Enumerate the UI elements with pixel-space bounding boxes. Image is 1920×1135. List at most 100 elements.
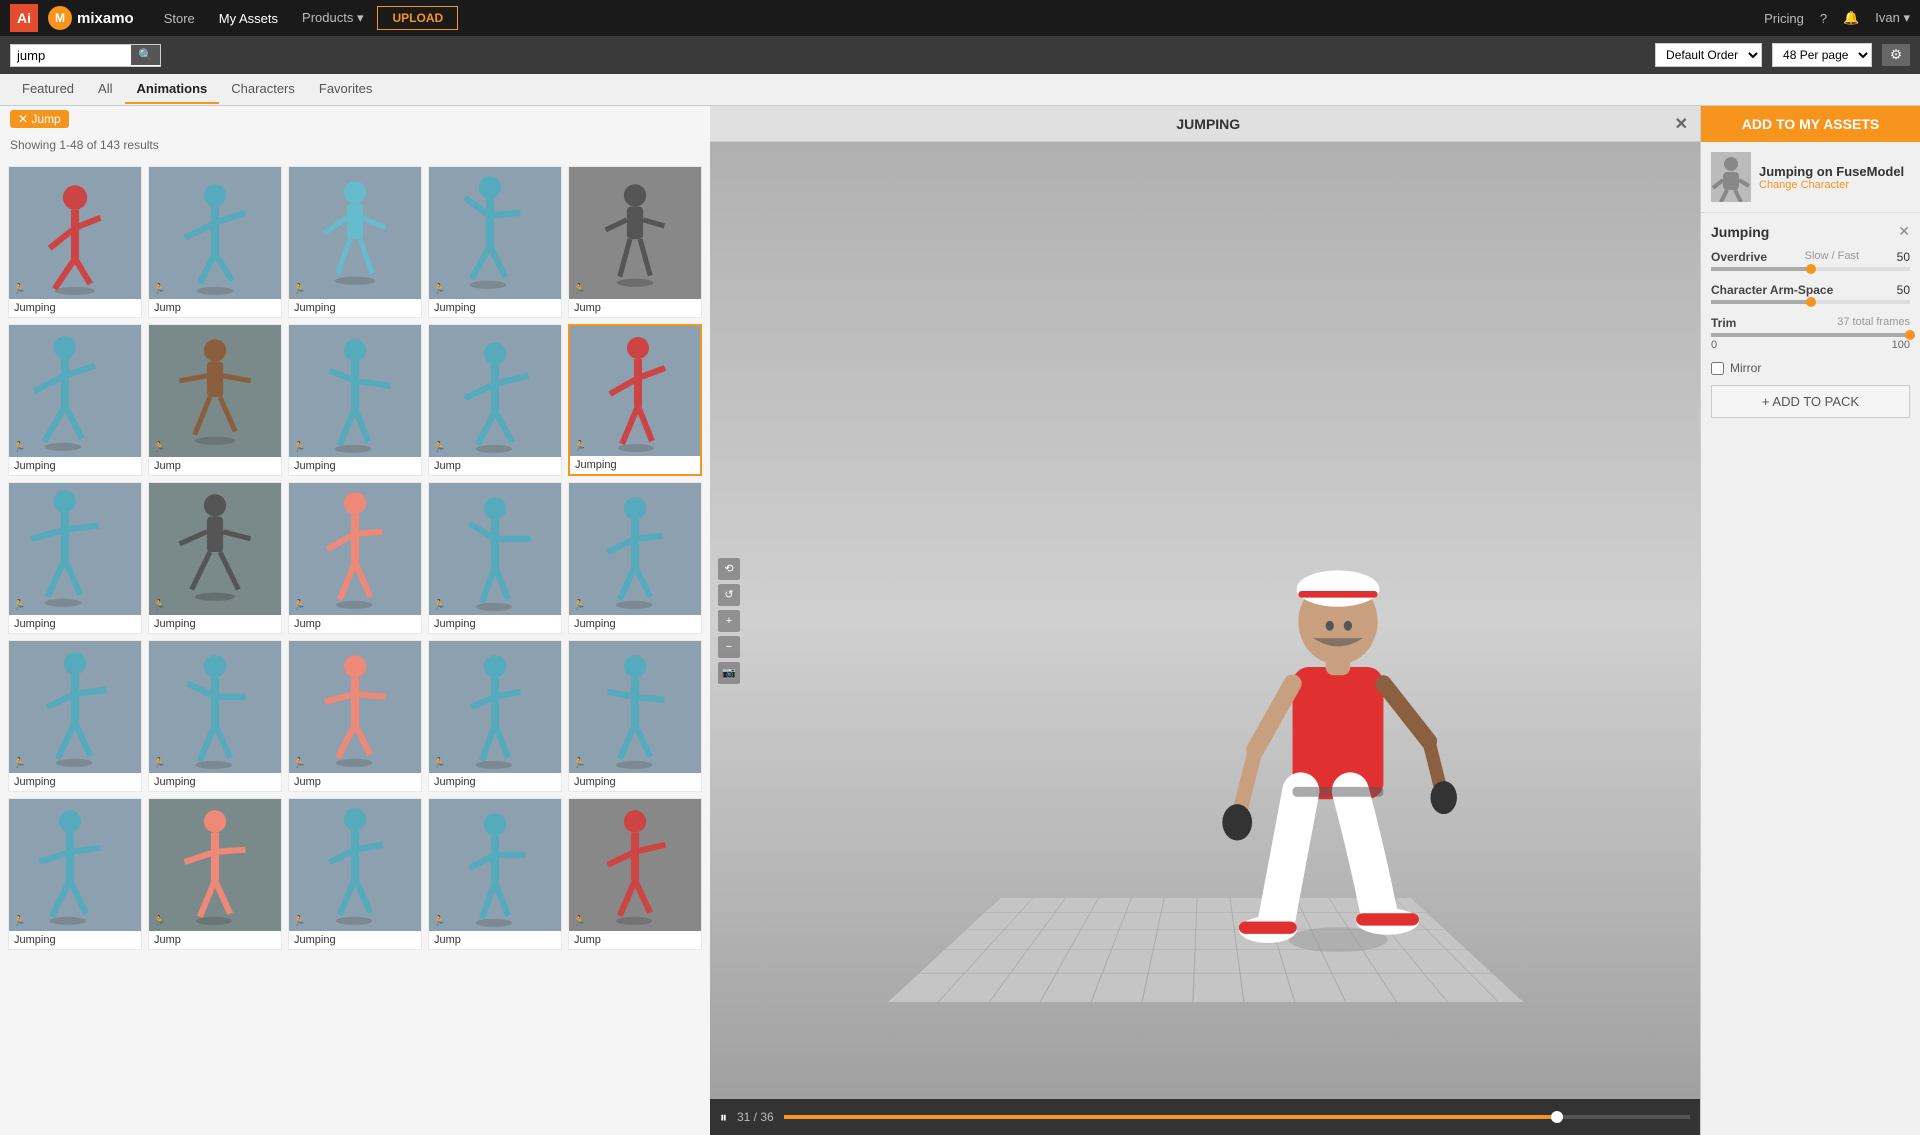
anim-close-button[interactable]: ✕: [1898, 223, 1910, 240]
frame-counter: 31 / 36: [737, 1110, 774, 1124]
search-input[interactable]: [11, 45, 131, 66]
viewer-controls: ⟲ ↺ + − 📷: [718, 558, 740, 684]
zoom-out-button[interactable]: −: [718, 636, 740, 658]
add-to-my-assets-button[interactable]: ADD TO MY ASSETS: [1701, 106, 1920, 142]
nav-products[interactable]: Products ▾: [292, 6, 373, 30]
grid-item-25[interactable]: 🏃 Jump: [568, 798, 702, 950]
grid-item-14[interactable]: 🏃 Jumping: [428, 482, 562, 634]
stick-icon-19: 🏃: [433, 758, 445, 769]
grid-item-17[interactable]: 🏃 Jumping: [148, 640, 282, 792]
tab-animations[interactable]: Animations: [125, 75, 220, 104]
grid-item-9[interactable]: 🏃 Jump: [428, 324, 562, 476]
trim-slider[interactable]: [1711, 333, 1910, 337]
trim-max-value: 100: [1892, 339, 1910, 351]
search-button[interactable]: 🔍: [131, 45, 160, 65]
grid-item-12[interactable]: 🏃 Jumping: [148, 482, 282, 634]
grid-item-18[interactable]: 🏃 Jump: [288, 640, 422, 792]
overdrive-value: 50: [1897, 250, 1910, 264]
grid-item-21[interactable]: 🏃 Jumping: [8, 798, 142, 950]
reset-view-button[interactable]: ⟲: [718, 558, 740, 580]
grid-item-4[interactable]: 🏃 Jumping: [428, 166, 562, 318]
pause-button[interactable]: ⏸: [720, 1109, 727, 1126]
right-panel: ADD TO MY ASSETS Jumping on FuseModel Ch…: [1700, 106, 1920, 1135]
nav-links: Store My Assets Products ▾ UPLOAD: [154, 6, 458, 30]
grid-item-5[interactable]: 🏃 Jump: [568, 166, 702, 318]
viewer-panel: JUMPING ✕: [710, 106, 1700, 1135]
camera-button[interactable]: 📷: [718, 662, 740, 684]
grid-thumb-20: 🏃: [569, 641, 701, 773]
tab-all[interactable]: All: [86, 75, 124, 104]
progress-fill: [784, 1115, 1563, 1119]
trim-label-row: Trim 37 total frames: [1711, 316, 1910, 330]
overdrive-slider[interactable]: [1711, 267, 1910, 271]
grid-label-6: Jumping: [9, 457, 141, 475]
overdrive-label: Overdrive: [1711, 250, 1767, 264]
grid-item-10[interactable]: 🏃 Jumping: [568, 324, 702, 476]
grid-thumb-18: 🏃: [289, 641, 421, 773]
grid-item-15[interactable]: 🏃 Jumping: [568, 482, 702, 634]
settings-button[interactable]: ⚙: [1882, 44, 1910, 66]
grid-item-13[interactable]: 🏃 Jump: [288, 482, 422, 634]
tab-featured[interactable]: Featured: [10, 75, 86, 104]
grid-item-7[interactable]: 🏃 Jump: [148, 324, 282, 476]
grid-item-8[interactable]: 🏃 Jumping: [288, 324, 422, 476]
stick-icon-10: 🏃: [574, 441, 586, 452]
nav-my-assets[interactable]: My Assets: [209, 7, 288, 30]
arm-space-slider[interactable]: [1711, 300, 1910, 304]
grid-item-2[interactable]: 🏃 Jump: [148, 166, 282, 318]
rotate-left-button[interactable]: ↺: [718, 584, 740, 606]
filter-tag[interactable]: ✕ Jump: [10, 110, 69, 128]
grid-thumb-15: 🏃: [569, 483, 701, 615]
grid-item-23[interactable]: 🏃 Jumping: [288, 798, 422, 950]
overdrive-fill: [1711, 267, 1811, 271]
grid-thumb-5: 🏃: [569, 167, 701, 299]
zoom-in-button[interactable]: +: [718, 610, 740, 632]
add-to-pack-button[interactable]: + ADD TO PACK: [1711, 385, 1910, 418]
tab-characters[interactable]: Characters: [219, 75, 307, 104]
grid-label-21: Jumping: [9, 931, 141, 949]
upload-button[interactable]: UPLOAD: [377, 6, 458, 30]
grid-thumb-4: 🏃: [429, 167, 561, 299]
stick-icon-4: 🏃: [433, 284, 445, 295]
progress-track[interactable]: [784, 1115, 1690, 1119]
search-input-wrap: 🔍: [10, 44, 161, 67]
mixamo-brand: mixamo: [77, 10, 134, 27]
grid-thumb-16: 🏃: [9, 641, 141, 773]
arm-space-fill: [1711, 300, 1811, 304]
grid-item-24[interactable]: 🏃 Jump: [428, 798, 562, 950]
grid-label-5: Jump: [569, 299, 701, 317]
adobe-logo[interactable]: Ai: [10, 4, 38, 32]
grid-item-3[interactable]: 🏃 Jumping: [288, 166, 422, 318]
order-select[interactable]: Default Order: [1655, 43, 1762, 67]
grid-item-1[interactable]: 🏃 Jumping: [8, 166, 142, 318]
viewer-close-button[interactable]: ✕: [1675, 114, 1688, 134]
grid-item-16[interactable]: 🏃 Jumping: [8, 640, 142, 792]
stick-icon-18: 🏃: [293, 758, 305, 769]
grid-item-11[interactable]: 🏃 Jumping: [8, 482, 142, 634]
help-icon[interactable]: ?: [1820, 11, 1827, 26]
per-page-select[interactable]: 48 Per page: [1772, 43, 1872, 67]
change-character-link[interactable]: Change Character: [1759, 179, 1904, 191]
nav-store[interactable]: Store: [154, 7, 205, 30]
anim-title: Jumping: [1711, 224, 1769, 240]
grid-thumb-8: 🏃: [289, 325, 421, 457]
trim-values: 0 100: [1711, 339, 1910, 351]
grid-thumb-1: 🏃: [9, 167, 141, 299]
tab-favorites[interactable]: Favorites: [307, 75, 384, 104]
grid-thumb-2: 🏃: [149, 167, 281, 299]
mirror-checkbox[interactable]: [1711, 362, 1724, 375]
notifications-icon[interactable]: 🔔: [1843, 10, 1859, 26]
grid-label-17: Jumping: [149, 773, 281, 791]
overdrive-sublabel: Slow / Fast: [1805, 250, 1859, 264]
grid-label-9: Jump: [429, 457, 561, 475]
pricing-link[interactable]: Pricing: [1764, 11, 1804, 26]
grid-item-19[interactable]: 🏃 Jumping: [428, 640, 562, 792]
grid-label-23: Jumping: [289, 931, 421, 949]
grid-label-7: Jump: [149, 457, 281, 475]
grid-item-22[interactable]: 🏃 Jump: [148, 798, 282, 950]
grid-item-6[interactable]: 🏃 Jumping: [8, 324, 142, 476]
grid-item-20[interactable]: 🏃 Jumping: [568, 640, 702, 792]
grid-thumb-22: 🏃: [149, 799, 281, 931]
grid-label-19: Jumping: [429, 773, 561, 791]
user-menu[interactable]: Ivan ▾: [1875, 10, 1910, 26]
